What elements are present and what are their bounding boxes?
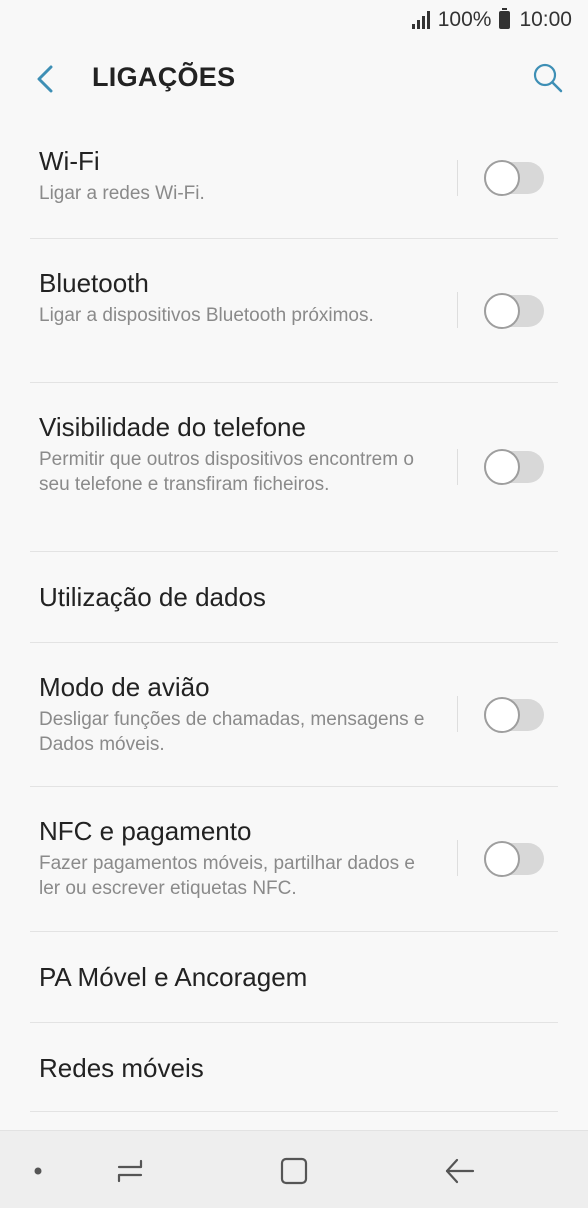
visibility-toggle[interactable] — [484, 449, 544, 485]
app-bar: LIGAÇÕES — [0, 40, 588, 118]
visibility-desc: Permitir que outros dispositivos encontr… — [39, 449, 414, 495]
divider — [457, 292, 458, 328]
airplane-mode-label: Modo de avião — [39, 672, 210, 702]
hotspot-tethering-item[interactable]: PA Móvel e Ancoragem — [30, 931, 558, 1022]
divider — [457, 840, 458, 876]
search-button[interactable] — [530, 60, 566, 96]
back-button[interactable] — [30, 64, 60, 94]
bluetooth-toggle[interactable] — [484, 293, 544, 329]
clock: 10:00 — [519, 8, 572, 31]
divider — [457, 160, 458, 196]
nfc-desc: Fazer pagamentos móveis, partilhar dados… — [39, 853, 415, 899]
data-usage-label: Utilização de dados — [39, 582, 266, 612]
search-icon — [533, 63, 563, 93]
wifi-toggle[interactable] — [484, 160, 544, 196]
battery-icon — [499, 8, 511, 29]
toggle-knob — [484, 160, 520, 196]
bluetooth-desc: Ligar a dispositivos Bluetooth próximos. — [39, 305, 374, 326]
nfc-toggle[interactable] — [484, 841, 544, 877]
visibility-label: Visibilidade do telefone — [39, 412, 306, 442]
status-bar: 100% 10:00 — [0, 0, 588, 40]
nfc-label: NFC e pagamento — [39, 816, 252, 846]
recents-icon — [117, 1159, 143, 1183]
bluetooth-label: Bluetooth — [39, 268, 149, 298]
wifi-desc: Ligar a redes Wi-Fi. — [39, 183, 205, 204]
data-usage-item[interactable]: Utilização de dados — [30, 551, 558, 642]
toggle-knob — [484, 697, 520, 733]
dot-indicator — [18, 1151, 58, 1191]
recents-button[interactable] — [110, 1151, 150, 1191]
mobile-networks-item[interactable]: Redes móveis — [30, 1022, 558, 1112]
settings-list: Wi-Fi Ligar a redes Wi-Fi. Bluetooth Lig… — [0, 118, 588, 1112]
airplane-mode-item[interactable]: Modo de avião Desligar funções de chamad… — [30, 642, 558, 786]
wifi-label: Wi-Fi — [39, 146, 100, 176]
page-title: LIGAÇÕES — [92, 62, 236, 92]
battery-percent: 100% — [437, 8, 492, 31]
mobile-networks-label: Redes móveis — [39, 1053, 204, 1083]
home-icon — [280, 1157, 308, 1185]
nav-back-button[interactable] — [440, 1151, 480, 1191]
airplane-mode-desc: Desligar funções de chamadas, mensagens … — [39, 709, 425, 755]
back-arrow-icon — [445, 1158, 475, 1184]
home-button[interactable] — [274, 1151, 314, 1191]
airplane-mode-toggle[interactable] — [484, 697, 544, 733]
divider — [457, 449, 458, 485]
wifi-item[interactable]: Wi-Fi Ligar a redes Wi-Fi. — [30, 118, 558, 238]
bluetooth-item[interactable]: Bluetooth Ligar a dispositivos Bluetooth… — [30, 238, 558, 382]
toggle-knob — [484, 449, 520, 485]
navigation-bar — [0, 1130, 588, 1208]
signal-icon — [411, 11, 430, 29]
visibility-item[interactable]: Visibilidade do telefone Permitir que ou… — [30, 382, 558, 551]
chevron-left-icon — [37, 65, 53, 93]
toggle-knob — [484, 293, 520, 329]
hotspot-tethering-label: PA Móvel e Ancoragem — [39, 962, 308, 992]
nfc-item[interactable]: NFC e pagamento Fazer pagamentos móveis,… — [30, 786, 558, 931]
divider — [457, 696, 458, 732]
toggle-knob — [484, 841, 520, 877]
